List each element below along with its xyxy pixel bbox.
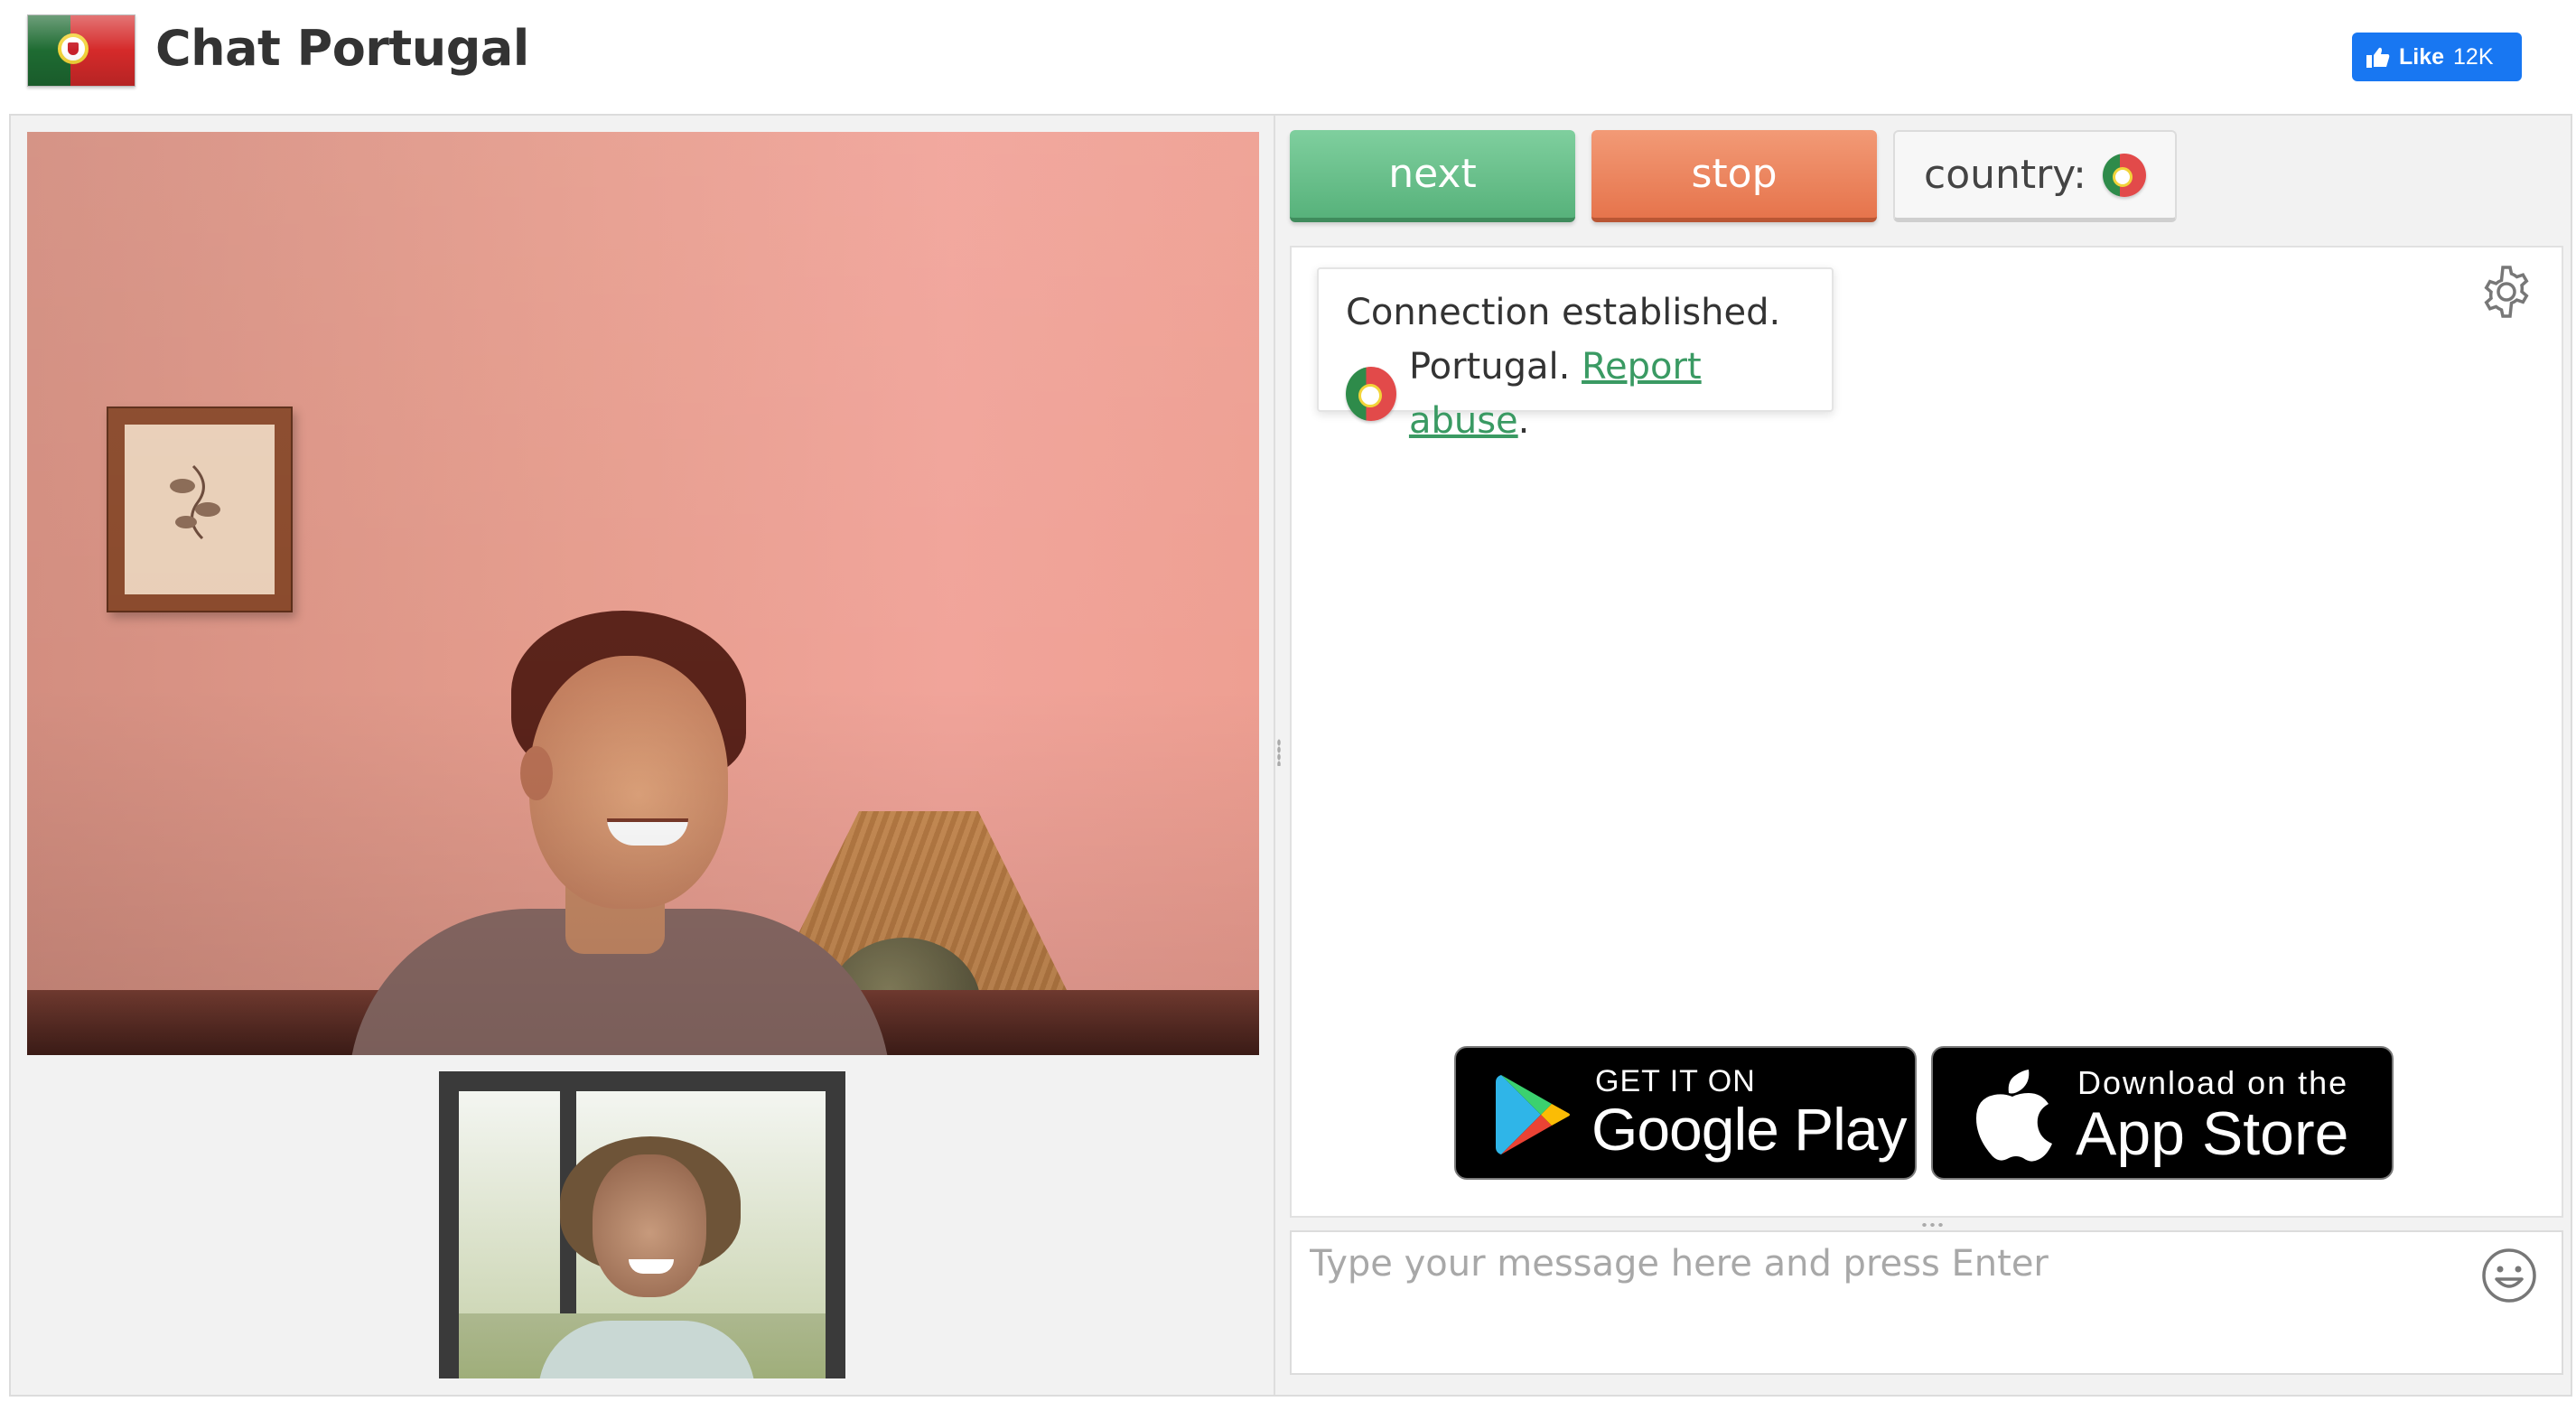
app-store-badge[interactable]: Download on the App Store (1931, 1046, 2394, 1180)
like-count: 12K (2453, 43, 2494, 70)
site-title: Chat Portugal (155, 20, 529, 77)
google-play-big-text: Google Play (1591, 1096, 1908, 1163)
right-panel: next stop country: Connection establishe… (9, 114, 2572, 1397)
partner-country: Portugal. (1408, 346, 1571, 388)
country-label: country: (1924, 152, 2086, 198)
gear-icon[interactable] (2478, 264, 2534, 320)
system-message-card: Connection established. Portugal. Report… (1317, 267, 1834, 442)
country-select-button[interactable]: country: (1893, 130, 2177, 222)
connection-status: Connection established. (1346, 292, 1781, 333)
portugal-flag-icon (27, 14, 135, 87)
next-button[interactable]: next (1290, 130, 1575, 222)
google-play-icon (1496, 1075, 1570, 1154)
portugal-flag-icon (1346, 367, 1396, 421)
like-label: Like (2399, 43, 2445, 70)
app-store-small-text: Download on the (2077, 1064, 2349, 1101)
app-store-big-text: App Store (2076, 1099, 2349, 1168)
stop-button[interactable]: stop (1591, 130, 1877, 222)
facebook-like-button[interactable]: Like 12K (2352, 33, 2522, 81)
site-header: Chat Portugal Like 12K (0, 0, 2576, 114)
message-input[interactable] (1310, 1243, 2475, 1360)
google-play-badge[interactable]: GET IT ON Google Play (1454, 1046, 1917, 1180)
portugal-flag-icon (2102, 153, 2146, 197)
message-input-box (1290, 1230, 2563, 1375)
thumbs-up-icon (2366, 46, 2390, 68)
smiley-icon[interactable] (2480, 1247, 2538, 1304)
chat-resize-grip[interactable] (1920, 1221, 1946, 1229)
report-suffix: . (1517, 400, 1530, 442)
apple-icon (1976, 1070, 2052, 1162)
